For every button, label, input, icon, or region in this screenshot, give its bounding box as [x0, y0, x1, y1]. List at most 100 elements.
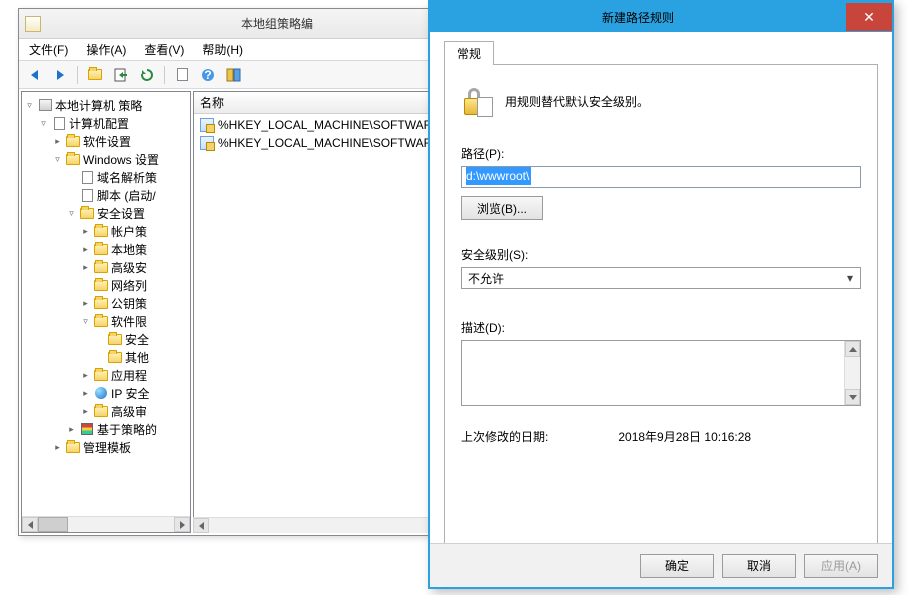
last-modified-value: 2018年9月28日 10:16:28: [618, 428, 751, 445]
security-level-select[interactable]: 不允许 ▾: [461, 267, 861, 289]
last-modified-row: 上次修改的日期: 2018年9月28日 10:16:28: [461, 428, 861, 445]
description-textarea[interactable]: [461, 340, 861, 406]
policy-tree[interactable]: ▿本地计算机 策略▿计算机配置▸软件设置▿Windows 设置域名解析策脚本 (…: [22, 92, 190, 516]
tree-toggle[interactable]: ▸: [80, 298, 91, 309]
tree-item[interactable]: ▸帐户策: [24, 222, 188, 240]
scroll-down-button[interactable]: [845, 389, 860, 405]
tree-item[interactable]: 脚本 (启动/: [24, 186, 188, 204]
close-button[interactable]: [846, 3, 892, 31]
tree-toggle[interactable]: ▿: [52, 154, 63, 165]
tree-item[interactable]: ▸软件设置: [24, 132, 188, 150]
lock-document-icon: [461, 85, 493, 117]
tab-general[interactable]: 常规: [444, 41, 494, 65]
tree-item[interactable]: ▿本地计算机 策略: [24, 96, 188, 114]
menu-file[interactable]: 文件(F): [25, 40, 72, 59]
triangle-up-icon: [849, 347, 857, 352]
folder-icon: [65, 134, 81, 148]
tree-item[interactable]: ▸ 本地策: [24, 240, 188, 258]
tree-item[interactable]: 其他: [24, 348, 188, 366]
chevron-down-icon: ▾: [842, 271, 858, 285]
ok-button[interactable]: 确定: [640, 554, 714, 578]
tree-item-label: 应用程: [111, 367, 147, 384]
tree-item-label: 安全: [125, 331, 149, 348]
tree-item[interactable]: ▸高级审: [24, 402, 188, 420]
tree-item[interactable]: 网络列: [24, 276, 188, 294]
menu-help[interactable]: 帮助(H): [198, 40, 247, 59]
toolbar-refresh-button[interactable]: [136, 64, 158, 86]
tree-toggle[interactable]: ▸: [80, 406, 91, 417]
toolbar-show-hide-button[interactable]: [223, 64, 245, 86]
tree-item-label: 计算机配置: [69, 115, 129, 132]
tree-item[interactable]: ▿软件限: [24, 312, 188, 330]
toolbar-export-button[interactable]: [110, 64, 132, 86]
tree-item-label: 脚本 (启动/: [97, 187, 156, 204]
tree-item-label: 本地策: [111, 241, 147, 258]
toolbar-separator: [164, 66, 165, 84]
menu-action[interactable]: 操作(A): [82, 40, 130, 59]
nav-forward-button[interactable]: [49, 64, 71, 86]
tree-toggle[interactable]: ▿: [24, 100, 35, 111]
tree-toggle[interactable]: ▸: [80, 226, 91, 237]
scroll-left-button[interactable]: [22, 517, 38, 532]
scroll-thumb[interactable]: [38, 517, 68, 532]
triangle-right-icon: [180, 521, 185, 529]
tree-item[interactable]: ▸公钥策: [24, 294, 188, 312]
tree-item[interactable]: ▿Windows 设置: [24, 150, 188, 168]
tree-toggle[interactable]: ▸: [80, 370, 91, 381]
tree-item[interactable]: ▸管理模板: [24, 438, 188, 456]
svg-text:?: ?: [204, 68, 211, 82]
browse-button[interactable]: 浏览(B)...: [461, 196, 543, 220]
tree-toggle[interactable]: ▸: [80, 388, 91, 399]
globe-icon: [93, 386, 109, 400]
scroll-track[interactable]: [38, 517, 174, 532]
tab-strip: 常规: [444, 40, 878, 64]
tree-item[interactable]: ▿ 安全设置: [24, 204, 188, 222]
tree-item[interactable]: ▿ 计算机配置: [24, 114, 188, 132]
doc-icon: [79, 188, 95, 202]
toolbar-help-button[interactable]: ?: [197, 64, 219, 86]
gpedit-title-text: 本地组策略编: [241, 15, 313, 32]
scroll-up-button[interactable]: [845, 341, 860, 357]
path-value: d:\wwwroot\: [466, 167, 531, 185]
scroll-left-button[interactable]: [193, 518, 209, 533]
tree-item-label: 安全设置: [97, 205, 145, 222]
tree-toggle[interactable]: ▸: [66, 424, 77, 435]
tree-item-label: 其他: [125, 349, 149, 366]
tree-item[interactable]: ▸ IP 安全: [24, 384, 188, 402]
export-icon: [113, 67, 129, 83]
tree-item[interactable]: ▸ 基于策略的: [24, 420, 188, 438]
nav-back-button[interactable]: [23, 64, 45, 86]
tree-item-label: 域名解析策: [97, 169, 157, 186]
toolbar-properties-button[interactable]: [171, 64, 193, 86]
tree-toggle[interactable]: ▸: [52, 442, 63, 453]
tree-item[interactable]: 域名解析策: [24, 168, 188, 186]
tree-item[interactable]: ▸高级安: [24, 258, 188, 276]
help-icon: ?: [200, 67, 216, 83]
tree-toggle[interactable]: ▿: [80, 316, 91, 327]
dialog-body: 常规 用规则替代默认安全级别。 路径(P): d:\wwwroot\ 浏览(B)…: [430, 32, 892, 543]
menu-view[interactable]: 查看(V): [140, 40, 188, 59]
dialog-button-bar: 确定 取消 应用(A): [430, 543, 892, 587]
path-input[interactable]: d:\wwwroot\: [461, 166, 861, 188]
tree-toggle[interactable]: ▸: [80, 262, 91, 273]
tree-toggle[interactable]: ▸: [80, 244, 91, 255]
tree-pane[interactable]: ▿本地计算机 策略▿计算机配置▸软件设置▿Windows 设置域名解析策脚本 (…: [21, 91, 191, 533]
tree-toggle[interactable]: ▸: [52, 136, 63, 147]
tree-toggle[interactable]: ▿: [66, 208, 77, 219]
description-scrollbar[interactable]: [844, 341, 860, 405]
tree-item-label: 基于策略的: [97, 421, 157, 438]
tree-item[interactable]: ▸ 应用程: [24, 366, 188, 384]
tree-item-label: IP 安全: [111, 385, 149, 402]
tree-item[interactable]: 安全: [24, 330, 188, 348]
tree-toggle[interactable]: ▿: [38, 118, 49, 129]
scroll-right-button[interactable]: [174, 517, 190, 532]
apply-button[interactable]: 应用(A): [804, 554, 878, 578]
toolbar-up-button[interactable]: [84, 64, 106, 86]
gpedit-title-icon: [25, 16, 41, 32]
dialog-titlebar[interactable]: 新建路径规则: [430, 2, 892, 32]
folder-icon: [93, 242, 109, 256]
cancel-button[interactable]: 取消: [722, 554, 796, 578]
description-label: 描述(D):: [461, 319, 861, 336]
arrow-left-icon: [31, 70, 38, 80]
tree-horizontal-scrollbar[interactable]: [22, 516, 190, 532]
